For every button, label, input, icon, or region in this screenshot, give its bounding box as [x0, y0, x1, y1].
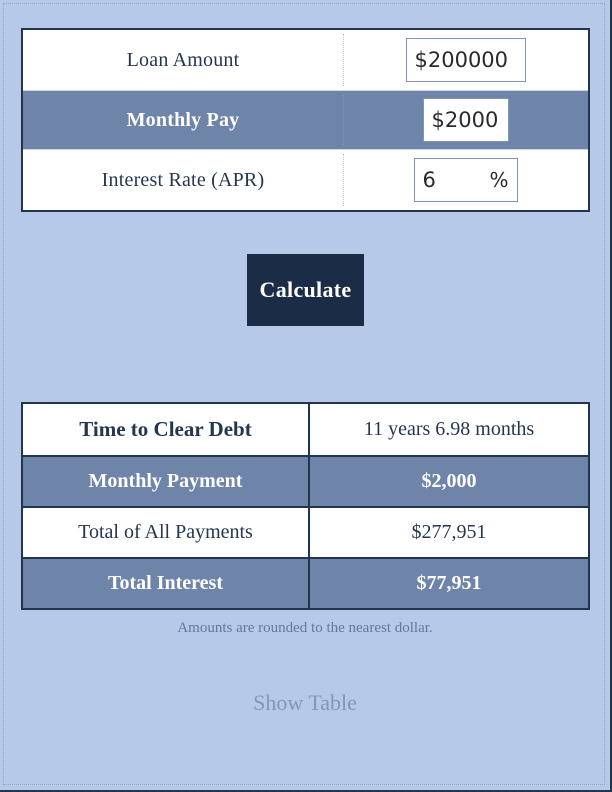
show-table-link[interactable]: Show Table: [0, 690, 610, 716]
total-of-all-payments-label: Total of All Payments: [23, 508, 310, 557]
interest-rate-value: 6: [422, 168, 436, 192]
total-interest-label: Total Interest: [23, 559, 310, 608]
percent-symbol: %: [489, 168, 509, 192]
table-row: Total Interest $77,951: [23, 557, 588, 608]
time-to-clear-debt-value: 11 years 6.98 months: [363, 418, 535, 440]
loan-inputs-table: Loan Amount $200000 Monthly Pay $2000 In…: [21, 28, 590, 212]
loan-amount-label: Loan Amount: [126, 48, 240, 71]
results-table: Time to Clear Debt 11 years 6.98 months …: [21, 402, 590, 610]
table-row: Total of All Payments $277,951: [23, 506, 588, 557]
input-row-divider: [343, 154, 344, 206]
time-to-clear-debt-label: Time to Clear Debt: [23, 404, 310, 455]
monthly-pay-input[interactable]: $2000: [422, 98, 509, 142]
interest-rate-label: Interest Rate (APR): [101, 168, 265, 191]
interest-rate-input[interactable]: 6 %: [413, 158, 518, 202]
table-row: Monthly Payment $2,000: [23, 455, 588, 506]
monthly-payment-label: Monthly Payment: [23, 457, 310, 506]
loan-calculator-page: Loan Amount $200000 Monthly Pay $2000 In…: [0, 0, 612, 792]
loan-amount-input[interactable]: $200000: [405, 38, 526, 82]
input-row-interest-rate: Interest Rate (APR) 6 %: [23, 150, 588, 210]
total-of-all-payments-value: $277,951: [411, 521, 487, 543]
interest-rate-field-cell: 6 %: [343, 158, 588, 202]
table-row: Time to Clear Debt 11 years 6.98 months: [23, 404, 588, 455]
input-row-divider: [343, 34, 344, 86]
monthly-payment-value: $2,000: [421, 470, 477, 492]
input-row-monthly-pay: Monthly Pay $2000: [23, 90, 588, 150]
total-interest-value: $77,951: [416, 572, 482, 594]
rounding-note: Amounts are rounded to the nearest dolla…: [177, 620, 433, 636]
monthly-pay-field-cell: $2000: [343, 98, 588, 142]
input-row-loan-amount: Loan Amount $200000: [23, 30, 588, 90]
loan-amount-field-cell: $200000: [343, 38, 588, 82]
input-row-divider: [343, 95, 344, 145]
calculate-button[interactable]: Calculate: [247, 254, 364, 326]
loan-amount-value: $200000: [414, 48, 509, 72]
monthly-pay-value: $2000: [431, 108, 499, 132]
monthly-pay-label: Monthly Pay: [126, 108, 240, 131]
